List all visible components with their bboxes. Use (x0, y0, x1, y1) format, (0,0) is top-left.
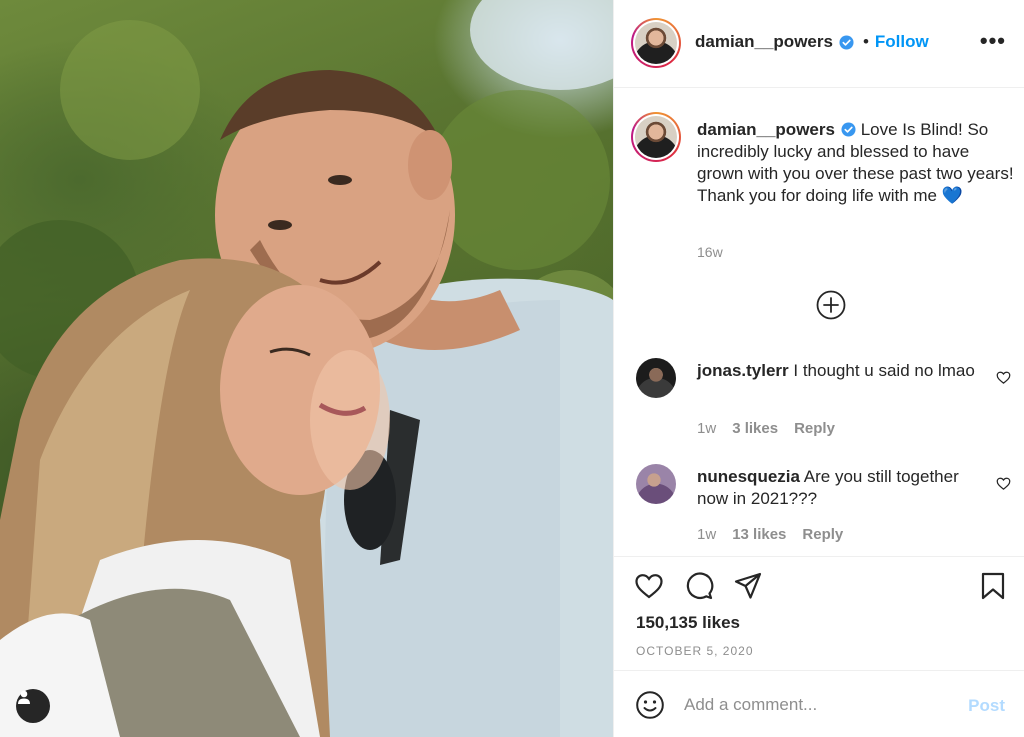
photo-illustration (0, 0, 613, 737)
comment-text: I thought u said no lmao (793, 361, 975, 380)
commenter-avatar[interactable] (636, 464, 676, 504)
comment-bubble-icon[interactable] (684, 571, 714, 601)
comment-likes[interactable]: 3 likes (732, 420, 778, 437)
heart-icon[interactable] (634, 571, 664, 601)
user-silhouette-icon (18, 690, 30, 704)
heart-icon[interactable] (996, 370, 1011, 385)
bookmark-icon[interactable] (978, 571, 1008, 601)
post-header: damian__powers • Follow ••• (614, 0, 1024, 88)
comment-input[interactable] (684, 691, 954, 719)
post-actions: 150,135 likes OCTOBER 5, 2020 (614, 556, 1024, 670)
more-options-button[interactable]: ••• (980, 30, 1006, 52)
caption-username[interactable]: damian__powers (697, 120, 835, 139)
caption-age[interactable]: 16w (697, 244, 723, 260)
verified-badge-icon (841, 122, 856, 137)
caption-avatar[interactable] (631, 112, 681, 162)
paper-plane-icon[interactable] (733, 571, 763, 601)
reply-button[interactable]: Reply (802, 526, 843, 543)
comment-age[interactable]: 1w (697, 526, 716, 543)
commenter-username[interactable]: nunesquezia (697, 467, 800, 486)
tagged-users-button[interactable] (16, 689, 50, 723)
verified-badge-icon (839, 34, 854, 50)
commenter-username[interactable]: jonas.tylerr (697, 361, 789, 380)
smiley-icon[interactable] (635, 690, 665, 720)
heart-icon[interactable] (996, 476, 1011, 491)
comment-text-block: nunesquezia Are you still together now i… (697, 466, 987, 510)
post-date[interactable]: OCTOBER 5, 2020 (636, 644, 754, 658)
comment-composer: Post (614, 670, 1024, 737)
commenter-avatar[interactable] (636, 358, 676, 398)
caption-text-block: damian__powers Love Is Blind! So incredi… (697, 119, 1015, 207)
comment-text-block: jonas.tylerr I thought u said no lmao (697, 360, 987, 382)
comment-meta: 1w 13 likes Reply (697, 526, 843, 543)
post-photo[interactable] (0, 0, 613, 737)
reply-button[interactable]: Reply (794, 420, 835, 437)
follow-button[interactable]: Follow (875, 32, 929, 52)
post-sidebar: damian__powers • Follow ••• damian__powe… (613, 0, 1024, 737)
comment-likes[interactable]: 13 likes (732, 526, 786, 543)
author-username[interactable]: damian__powers (695, 32, 833, 52)
post-comment-button[interactable]: Post (968, 696, 1005, 716)
comment-age[interactable]: 1w (697, 420, 716, 437)
likes-count[interactable]: 150,135 likes (636, 613, 740, 633)
separator-dot: • (862, 32, 869, 51)
comment-meta: 1w 3 likes Reply (697, 420, 835, 437)
author-avatar[interactable] (631, 18, 681, 68)
plus-circle-icon[interactable] (816, 290, 846, 320)
